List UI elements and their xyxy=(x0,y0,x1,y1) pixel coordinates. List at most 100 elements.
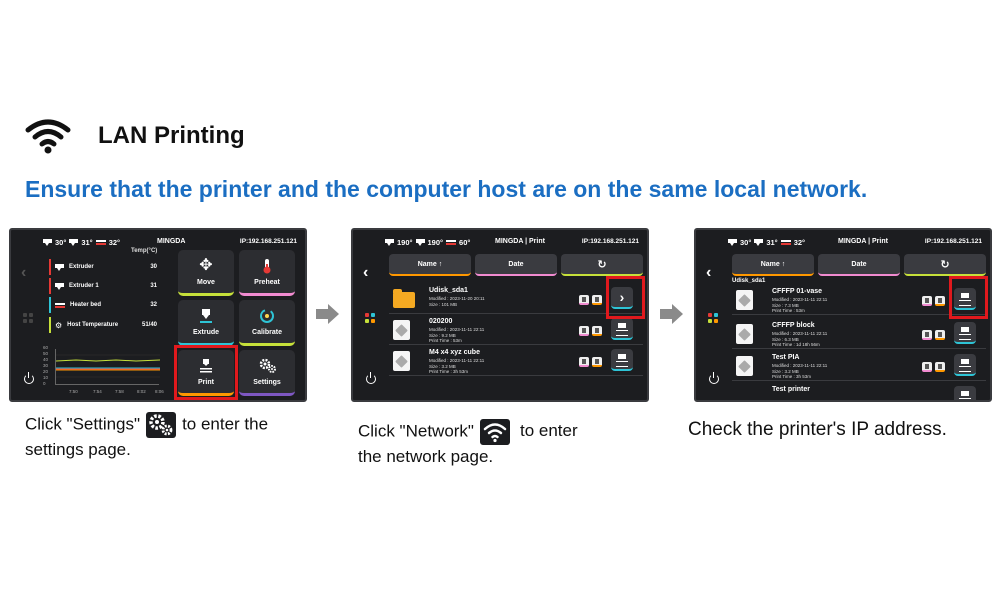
ip-address: IP:192.168.251.121 xyxy=(239,238,297,245)
power-icon[interactable] xyxy=(24,372,34,384)
page-subtitle: Ensure that the printer and the computer… xyxy=(25,176,868,202)
print-file-button[interactable] xyxy=(954,354,976,376)
list-item[interactable]: M4 x4 xyz cube Modified : 2023-11-11 22:… xyxy=(389,346,643,376)
settings-button[interactable]: Settings xyxy=(239,350,295,396)
list-item[interactable]: Test PIA Modified : 2023-11-11 22:11 Size… xyxy=(732,351,986,381)
network-wifi-icon xyxy=(479,419,510,445)
delete-icon[interactable] xyxy=(592,295,602,305)
refresh-button[interactable]: ↻ xyxy=(904,254,986,276)
nozzle2-temp: 31° xyxy=(81,238,93,247)
brand-label: MINGDA xyxy=(157,238,186,245)
file-thumbnail-icon xyxy=(393,351,410,371)
apps-icon[interactable] xyxy=(23,313,33,323)
file-thumbnail-icon xyxy=(736,324,753,344)
bed-temp: 32° xyxy=(108,238,121,247)
nozzle-icon xyxy=(55,282,64,290)
caption-step2: Click "Network" to enter the network pag… xyxy=(358,419,578,469)
bed-icon xyxy=(55,302,65,309)
copy-icon[interactable] xyxy=(922,330,932,340)
temperature-graph: 60 50 40 30 20 10 0 7:50 7:54 7:58 8:02 … xyxy=(43,345,164,394)
list-item[interactable]: CFFFP block Modified : 2023-11-11 22:11 S… xyxy=(732,319,986,349)
graph-plot-area xyxy=(55,349,161,385)
temp-status: 30° 31° 32° xyxy=(43,238,120,247)
back-icon[interactable]: ‹ xyxy=(363,264,368,282)
power-icon[interactable] xyxy=(366,372,376,384)
nozzle-icon xyxy=(415,239,425,246)
extrude-button[interactable]: Extrude xyxy=(178,300,234,346)
temp-row-extruder: Extruder 30 xyxy=(49,258,157,276)
gear-icon: ⚙ xyxy=(55,320,63,330)
apps-icon[interactable] xyxy=(708,313,718,323)
sort-bar: Name ↑ Date ↻ xyxy=(389,254,643,276)
gears-icon xyxy=(259,358,276,374)
calibrate-button[interactable]: Calibrate xyxy=(239,300,295,346)
settings-gears-icon xyxy=(146,412,177,438)
caption-step1: Click "Settings" to enter the settings p… xyxy=(25,412,268,462)
power-icon[interactable] xyxy=(709,372,719,384)
nozzle-icon xyxy=(69,239,79,246)
print-file-button[interactable] xyxy=(954,386,976,400)
sort-bar: Name ↑ Date ↻ xyxy=(732,254,986,276)
delete-icon[interactable] xyxy=(935,330,945,340)
nozzle-icon xyxy=(385,239,394,246)
brand-label: MINGDA | Print xyxy=(838,238,888,245)
header: LAN Printing xyxy=(24,118,245,154)
nozzle-icon xyxy=(55,263,64,271)
graph-lines xyxy=(55,354,161,378)
wifi-icon xyxy=(25,119,71,154)
nozzle-icon xyxy=(43,239,52,246)
copy-icon[interactable] xyxy=(579,326,589,336)
bed-icon xyxy=(446,239,457,246)
move-button[interactable]: ✥ Move xyxy=(178,250,234,296)
calibrate-icon xyxy=(259,308,275,324)
nozzle-icon xyxy=(728,239,737,246)
sort-date-button[interactable]: Date xyxy=(818,254,900,276)
highlight-box xyxy=(606,276,645,319)
copy-icon[interactable] xyxy=(579,357,589,367)
preheat-button[interactable]: Preheat xyxy=(239,250,295,296)
back-icon[interactable]: ‹ xyxy=(21,264,26,282)
move-icon: ✥ xyxy=(199,256,213,274)
apps-icon[interactable] xyxy=(365,313,375,323)
temp-header: Temp(°C) xyxy=(131,248,158,254)
folder-path: Udisk_sda1 xyxy=(732,278,766,284)
back-icon[interactable]: ‹ xyxy=(706,264,711,282)
refresh-button[interactable]: ↻ xyxy=(561,254,643,276)
file-thumbnail-icon xyxy=(393,320,410,340)
delete-icon[interactable] xyxy=(935,362,945,372)
list-item[interactable]: Test printer xyxy=(732,383,986,400)
sort-name-button[interactable]: Name ↑ xyxy=(732,254,814,276)
bed-icon xyxy=(780,239,791,246)
print-file-button[interactable] xyxy=(954,322,976,344)
highlight-box xyxy=(949,276,988,319)
file-thumbnail-icon xyxy=(736,290,753,310)
temp-status: 30° 31° 32° xyxy=(728,238,805,247)
print-file-button[interactable] xyxy=(611,349,633,371)
list-item[interactable]: CFFFP 01-vase Modified : 2023-11-11 22:1… xyxy=(732,285,986,315)
ip-address: IP:192.168.251.121 xyxy=(581,238,639,245)
caption-step3: Check the printer's IP address. xyxy=(688,419,947,440)
list-item[interactable]: Udisk_sda1 Modified : 2023-11-20 20:11 Si… xyxy=(389,284,643,314)
copy-icon[interactable] xyxy=(579,295,589,305)
nozzle-icon xyxy=(754,239,764,246)
copy-icon[interactable] xyxy=(922,362,932,372)
file-thumbnail-icon xyxy=(736,356,753,376)
temp-status: 190° 190° 60° xyxy=(385,238,470,247)
printer-screen-udisk: 30° 31° 32° MINGDA | Print IP:192.168.25… xyxy=(694,228,992,402)
temp-row-heater-bed: Heater bed 32 xyxy=(49,296,157,314)
sort-date-button[interactable]: Date xyxy=(475,254,557,276)
copy-icon[interactable] xyxy=(922,296,932,306)
thermometer-icon xyxy=(259,258,275,274)
sort-name-button[interactable]: Name ↑ xyxy=(389,254,471,276)
delete-icon[interactable] xyxy=(592,326,602,336)
delete-icon[interactable] xyxy=(935,296,945,306)
extrude-icon xyxy=(198,308,214,324)
print-file-button[interactable] xyxy=(611,318,633,340)
brand-label: MINGDA | Print xyxy=(495,238,545,245)
highlight-box xyxy=(174,345,238,400)
printer-screen-files: 190° 190° 60° MINGDA | Print IP:192.168.… xyxy=(351,228,649,402)
list-item[interactable]: 020200 Modified : 2023-11-11 22:11 Size :… xyxy=(389,315,643,345)
folder-icon xyxy=(393,289,415,308)
delete-icon[interactable] xyxy=(592,357,602,367)
temp-row-extruder1: Extruder 1 31 xyxy=(49,277,157,295)
